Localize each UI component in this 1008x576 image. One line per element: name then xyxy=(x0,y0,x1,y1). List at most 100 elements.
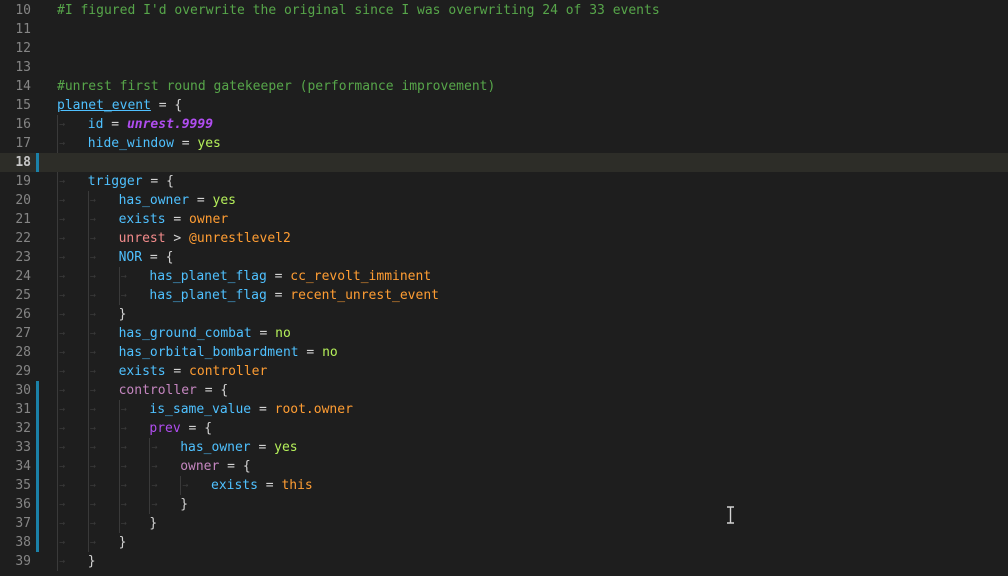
indent-guide xyxy=(57,476,58,495)
code-text: } xyxy=(149,514,157,533)
code-line[interactable]: 25 → → → has_planet_flag = recent_unrest_eve… xyxy=(0,286,1008,305)
code-line[interactable]: 15 planet_event = { xyxy=(0,96,1008,115)
indent-guide xyxy=(118,286,120,305)
indent-guide xyxy=(87,343,89,362)
code-line[interactable]: 21 → → exists = owner xyxy=(0,210,1008,229)
tab-whitespace-icon: → xyxy=(151,442,158,453)
code-line[interactable]: 36 → → → →} xyxy=(0,495,1008,514)
code-token: = xyxy=(266,288,291,303)
code-line[interactable]: 17 → hide_window = yes xyxy=(0,134,1008,153)
code-text: unrest > @unrestlevel2 xyxy=(119,229,291,248)
code-line[interactable]: 29 → → exists = controller xyxy=(0,362,1008,381)
code-line[interactable]: 13 xyxy=(0,58,1008,77)
code-line[interactable]: 12 xyxy=(0,39,1008,58)
tab-whitespace-icon: → xyxy=(59,138,66,149)
code-token: = xyxy=(165,212,190,227)
indent-guide xyxy=(57,419,58,438)
code-line[interactable]: 27 → → has_ground_combat = no xyxy=(0,324,1008,343)
indent-guide xyxy=(57,172,58,191)
code-line[interactable]: 10 #I figured I'd overwrite the original … xyxy=(0,1,1008,20)
code-line[interactable]: 38 → →} xyxy=(0,533,1008,552)
line-number: 27 xyxy=(15,326,31,341)
code-line[interactable]: 11 xyxy=(0,20,1008,39)
modified-line-marker xyxy=(36,419,39,438)
code-line[interactable]: 24 → → → has_planet_flag = cc_revolt_imminen… xyxy=(0,267,1008,286)
code-line[interactable]: 26 → →} xyxy=(0,305,1008,324)
tab-whitespace-icon: → xyxy=(89,195,96,206)
code-line[interactable]: 30 → → controller = { xyxy=(0,381,1008,400)
tab-whitespace-icon: → xyxy=(89,309,96,320)
indent-guide xyxy=(87,419,89,438)
line-number: 31 xyxy=(15,402,31,417)
code-line[interactable]: 22 → → unrest > @unrestlevel2 xyxy=(0,229,1008,248)
indent-guide xyxy=(57,324,58,343)
code-text: is_same_value = root.owner xyxy=(149,400,353,419)
line-number: 39 xyxy=(15,554,31,569)
tab-whitespace-icon: → xyxy=(59,556,66,567)
code-line[interactable]: 18 xyxy=(0,153,1008,172)
code-token: is_same_value xyxy=(149,402,252,417)
indent-guide xyxy=(118,495,120,514)
code-text: #I figured I'd overwrite the original si… xyxy=(57,1,660,20)
tab-whitespace-icon: → xyxy=(89,328,96,339)
tab-whitespace-icon: → xyxy=(59,309,66,320)
code-token: = xyxy=(103,117,127,132)
code-text: hide_window = yes xyxy=(88,134,221,153)
code-token: } xyxy=(118,307,127,322)
tab-whitespace-icon: → xyxy=(89,233,96,244)
modified-line-marker xyxy=(36,533,39,552)
code-token: = xyxy=(150,98,175,113)
code-line[interactable]: 28 → → has_orbital_bombardment = no xyxy=(0,343,1008,362)
code-token: = xyxy=(165,364,190,379)
code-token: { xyxy=(204,421,213,436)
indent-guide xyxy=(118,400,120,419)
code-token: > xyxy=(165,231,190,246)
tab-whitespace-icon: → xyxy=(59,537,66,548)
tab-whitespace-icon: → xyxy=(59,176,66,187)
code-token: controller xyxy=(189,364,268,379)
code-token: has_owner xyxy=(180,440,251,455)
code-token: unrest.9999 xyxy=(126,117,214,132)
tab-whitespace-icon: → xyxy=(59,423,66,434)
code-text: } xyxy=(119,533,127,552)
code-line[interactable]: 34 → → → → owner = { xyxy=(0,457,1008,476)
code-token: yes xyxy=(197,136,221,151)
code-line[interactable]: 35 → → → → → exists = this xyxy=(0,476,1008,495)
line-number: 28 xyxy=(15,345,31,360)
tab-whitespace-icon: → xyxy=(59,214,66,225)
line-number: 25 xyxy=(15,288,31,303)
indent-guide xyxy=(57,134,58,153)
code-line[interactable]: 14 #unrest first round gatekeeper (perfor… xyxy=(0,77,1008,96)
code-token: exists xyxy=(211,478,258,493)
code-line[interactable]: 33 → → → → has_owner = yes xyxy=(0,438,1008,457)
tab-whitespace-icon: → xyxy=(89,480,96,491)
code-token: unrest xyxy=(118,231,166,246)
code-line[interactable]: 16 → id = unrest.9999 xyxy=(0,115,1008,134)
tab-whitespace-icon: → xyxy=(59,328,66,339)
tab-whitespace-icon: → xyxy=(59,290,66,301)
tab-whitespace-icon: → xyxy=(120,442,127,453)
line-number: 33 xyxy=(15,440,31,455)
code-editor[interactable]: 10 #I figured I'd overwrite the original … xyxy=(0,0,1008,576)
code-text: has_owner = yes xyxy=(180,438,297,457)
code-text: #unrest first round gatekeeper (performa… xyxy=(57,77,495,96)
code-line[interactable]: 32 → → → prev = { xyxy=(0,419,1008,438)
code-line[interactable]: 31 → → → is_same_value = root.owner xyxy=(0,400,1008,419)
code-token: { xyxy=(242,459,251,474)
code-token: { xyxy=(174,98,183,113)
code-token: = xyxy=(142,174,167,189)
code-line[interactable]: 23 → → NOR = { xyxy=(0,248,1008,267)
modified-line-marker xyxy=(36,381,39,400)
indent-guide xyxy=(57,514,58,533)
indent-guide xyxy=(57,305,58,324)
line-number: 18 xyxy=(15,155,31,170)
code-line[interactable]: 19 → trigger = { xyxy=(0,172,1008,191)
code-token: = xyxy=(251,402,275,417)
line-number: 23 xyxy=(15,250,31,265)
code-line[interactable]: 39 →} xyxy=(0,552,1008,571)
code-line[interactable]: 37 → → →} xyxy=(0,514,1008,533)
code-line[interactable]: 20 → → has_owner = yes xyxy=(0,191,1008,210)
tab-whitespace-icon: → xyxy=(89,290,96,301)
code-token: } xyxy=(149,516,158,531)
code-token: { xyxy=(166,174,174,189)
